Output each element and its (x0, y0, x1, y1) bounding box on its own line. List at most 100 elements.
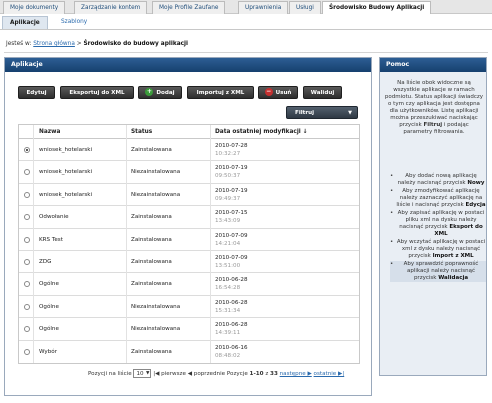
app-status: Zainstalowana (131, 281, 172, 288)
column-header-name[interactable]: Nazwa (39, 125, 60, 139)
app-modified-date: 2010-07-15 (215, 210, 248, 217)
top-navigation: Moje dokumenty Zarządzanie kontem Moje P… (0, 0, 492, 15)
app-status: Zainstalowana (131, 258, 172, 265)
app-name: Wybór (39, 348, 58, 355)
app-name: wniosek_hotelarski (39, 169, 93, 176)
tab-moje-profile-zaufane[interactable]: Moje Profile Zaufane (152, 1, 226, 14)
chevron-down-icon: ▼ (145, 371, 150, 376)
table-row[interactable]: Wybór Zainstalowana 2010-06-16 08:48:02 (19, 341, 359, 363)
plus-icon: + (145, 88, 154, 96)
row-select-radio[interactable] (24, 258, 30, 265)
filter-button[interactable]: Filtruj ▼ (286, 106, 358, 119)
table-row[interactable]: Ogólne Zainstalowana 2010-06-28 16:54:28 (19, 273, 359, 296)
app-modified-time: 09:49:37 (215, 195, 241, 202)
table-row[interactable]: wniosek_hotelarski Zainstalowana 2010-07-2… (19, 139, 359, 162)
edit-button[interactable]: Edytuj (18, 86, 55, 99)
app-name: Ogólne (39, 303, 59, 310)
table-row[interactable]: wniosek_hotelarski Niezainstalowana 2010-0… (19, 161, 359, 184)
app-status: Zainstalowana (131, 147, 172, 153)
row-select-radio[interactable] (24, 303, 30, 310)
tab-uslugi[interactable]: Usługi (289, 1, 321, 14)
app-status: Niezainstalowana (131, 326, 181, 333)
app-name: KRS Test (39, 236, 63, 243)
tab-zarzadzanie-kontem[interactable]: Zarządzanie kontem (74, 1, 148, 14)
chevron-down-icon: ▼ (348, 110, 352, 116)
positions-of: z (265, 371, 269, 377)
app-name: ZDG (39, 258, 52, 265)
validate-button[interactable]: Waliduj (303, 86, 342, 99)
table-row[interactable]: Ogólne Niezainstalowana 2010-06-28 14:39:11 (19, 318, 359, 341)
app-status: Niezainstalowana (131, 169, 181, 176)
app-status: Zainstalowana (131, 214, 172, 221)
help-list: Aby dodać nową aplikację należy nacisnąć… (390, 173, 486, 283)
help-intro-bold: Filtruj (423, 122, 443, 128)
subtab-aplikacje[interactable]: Aplikacje (2, 16, 48, 29)
app-modified-time: 15:31:34 (215, 307, 241, 314)
app-modified-date: 2010-06-28 (215, 322, 248, 329)
app-modified-time: 09:50:37 (215, 173, 241, 180)
per-page-label: Pozycji na liście (88, 371, 132, 377)
first-page-button[interactable]: |◀ pierwsze (153, 371, 186, 377)
per-page-select[interactable]: 10 ▼ (133, 369, 152, 378)
column-header-date[interactable]: Data ostatniej modyfikacji ↓ (215, 125, 308, 139)
app-modified-date: 2010-06-28 (215, 277, 248, 284)
app-modified-date: 2010-06-16 (215, 344, 248, 351)
sub-navigation: Aplikacje Szablony (0, 14, 492, 30)
app-modified-date: 2010-06-28 (215, 299, 248, 306)
delete-button[interactable]: − Usuń (258, 86, 298, 99)
table-row[interactable]: Ogólne Niezainstalowana 2010-06-28 15:31:34 (19, 296, 359, 319)
column-divider (33, 125, 34, 363)
row-select-radio[interactable] (24, 214, 30, 221)
page: Moje dokumenty Zarządzanie kontem Moje P… (0, 0, 492, 403)
help-list-item: Aby sprawdzić poprawność aplikacji należ… (390, 261, 486, 282)
breadcrumb-current: Środowisko do budowy aplikacji (83, 41, 189, 47)
help-list-item: Aby dodać nową aplikację należy nacisnąć… (390, 173, 486, 187)
subtab-szablony[interactable]: Szablony (54, 16, 94, 29)
tab-moje-dokumenty[interactable]: Moje dokumenty (3, 1, 66, 14)
positions-range: 1-10 (249, 371, 264, 377)
table-row[interactable]: ZDG Zainstalowana 2010-07-09 13:51:00 (19, 251, 359, 274)
tab-uprawnienia[interactable]: Uprawnienia (238, 1, 289, 14)
help-item-bold: Walidacja (438, 275, 469, 281)
add-button[interactable]: + Dodaj (138, 86, 182, 99)
row-select-radio[interactable] (24, 236, 30, 243)
app-modified-time: 13:43:09 (215, 218, 241, 225)
app-modified-date: 2010-07-19 (215, 187, 248, 194)
help-list-item: Aby zmodyfikować aplikację należy zaznac… (390, 188, 486, 209)
app-status: Zainstalowana (131, 236, 172, 243)
tab-srodowisko-budowy-aplikacji[interactable]: Środowisko Budowy Aplikacji (322, 1, 432, 15)
row-select-radio[interactable] (24, 147, 30, 153)
table-body: wniosek_hotelarski Zainstalowana 2010-07-2… (19, 139, 359, 363)
last-page-link[interactable]: ostatnie ▶| (314, 371, 345, 377)
app-modified-date: 2010-07-09 (215, 232, 248, 239)
per-page-value: 10 (136, 371, 144, 377)
help-intro: Na liście obok widoczne są wszystkie apl… (384, 80, 484, 136)
breadcrumb-separator: > (76, 41, 82, 47)
help-list-item: Aby zapisać aplikację w postaci pliku xm… (390, 210, 486, 238)
row-select-radio[interactable] (24, 281, 30, 288)
app-name: wniosek_hotelarski (39, 191, 93, 198)
row-select-radio[interactable] (24, 348, 30, 355)
column-header-status[interactable]: Status (131, 125, 152, 139)
help-item-bold: Edycja (465, 202, 486, 208)
table-row[interactable]: wniosek_hotelarski Niezainstalowana 2010-0… (19, 184, 359, 207)
row-select-radio[interactable] (24, 169, 30, 176)
row-select-radio[interactable] (24, 191, 30, 198)
next-page-link[interactable]: następne ▶ (280, 371, 312, 377)
prev-page-button[interactable]: ◀ poprzednie (188, 371, 225, 377)
row-select-radio[interactable] (24, 326, 30, 333)
positions-total: 33 (270, 371, 278, 377)
pagination: Pozycji na liście 10 ▼ |◀ pierwsze ◀ popr… (88, 369, 344, 378)
table-row[interactable]: KRS Test Zainstalowana 2010-07-09 14:21:04 (19, 229, 359, 251)
column-divider (210, 125, 211, 363)
app-modified-time: 14:21:04 (215, 240, 241, 247)
panel-title: Aplikacje (5, 58, 371, 72)
import-xml-button[interactable]: Importuj z XML (187, 86, 254, 99)
applications-table: Nazwa Status Data ostatniej modyfikacji … (18, 124, 360, 364)
app-name: Ogólne (39, 281, 59, 288)
divider (4, 52, 488, 53)
minus-icon: − (264, 88, 273, 96)
breadcrumb-home-link[interactable]: Strona główna (33, 41, 75, 47)
export-xml-button[interactable]: Eksportuj do XML (60, 86, 134, 99)
table-row[interactable]: Odwołanie Zainstalowana 2010-07-15 13:43:09 (19, 206, 359, 229)
